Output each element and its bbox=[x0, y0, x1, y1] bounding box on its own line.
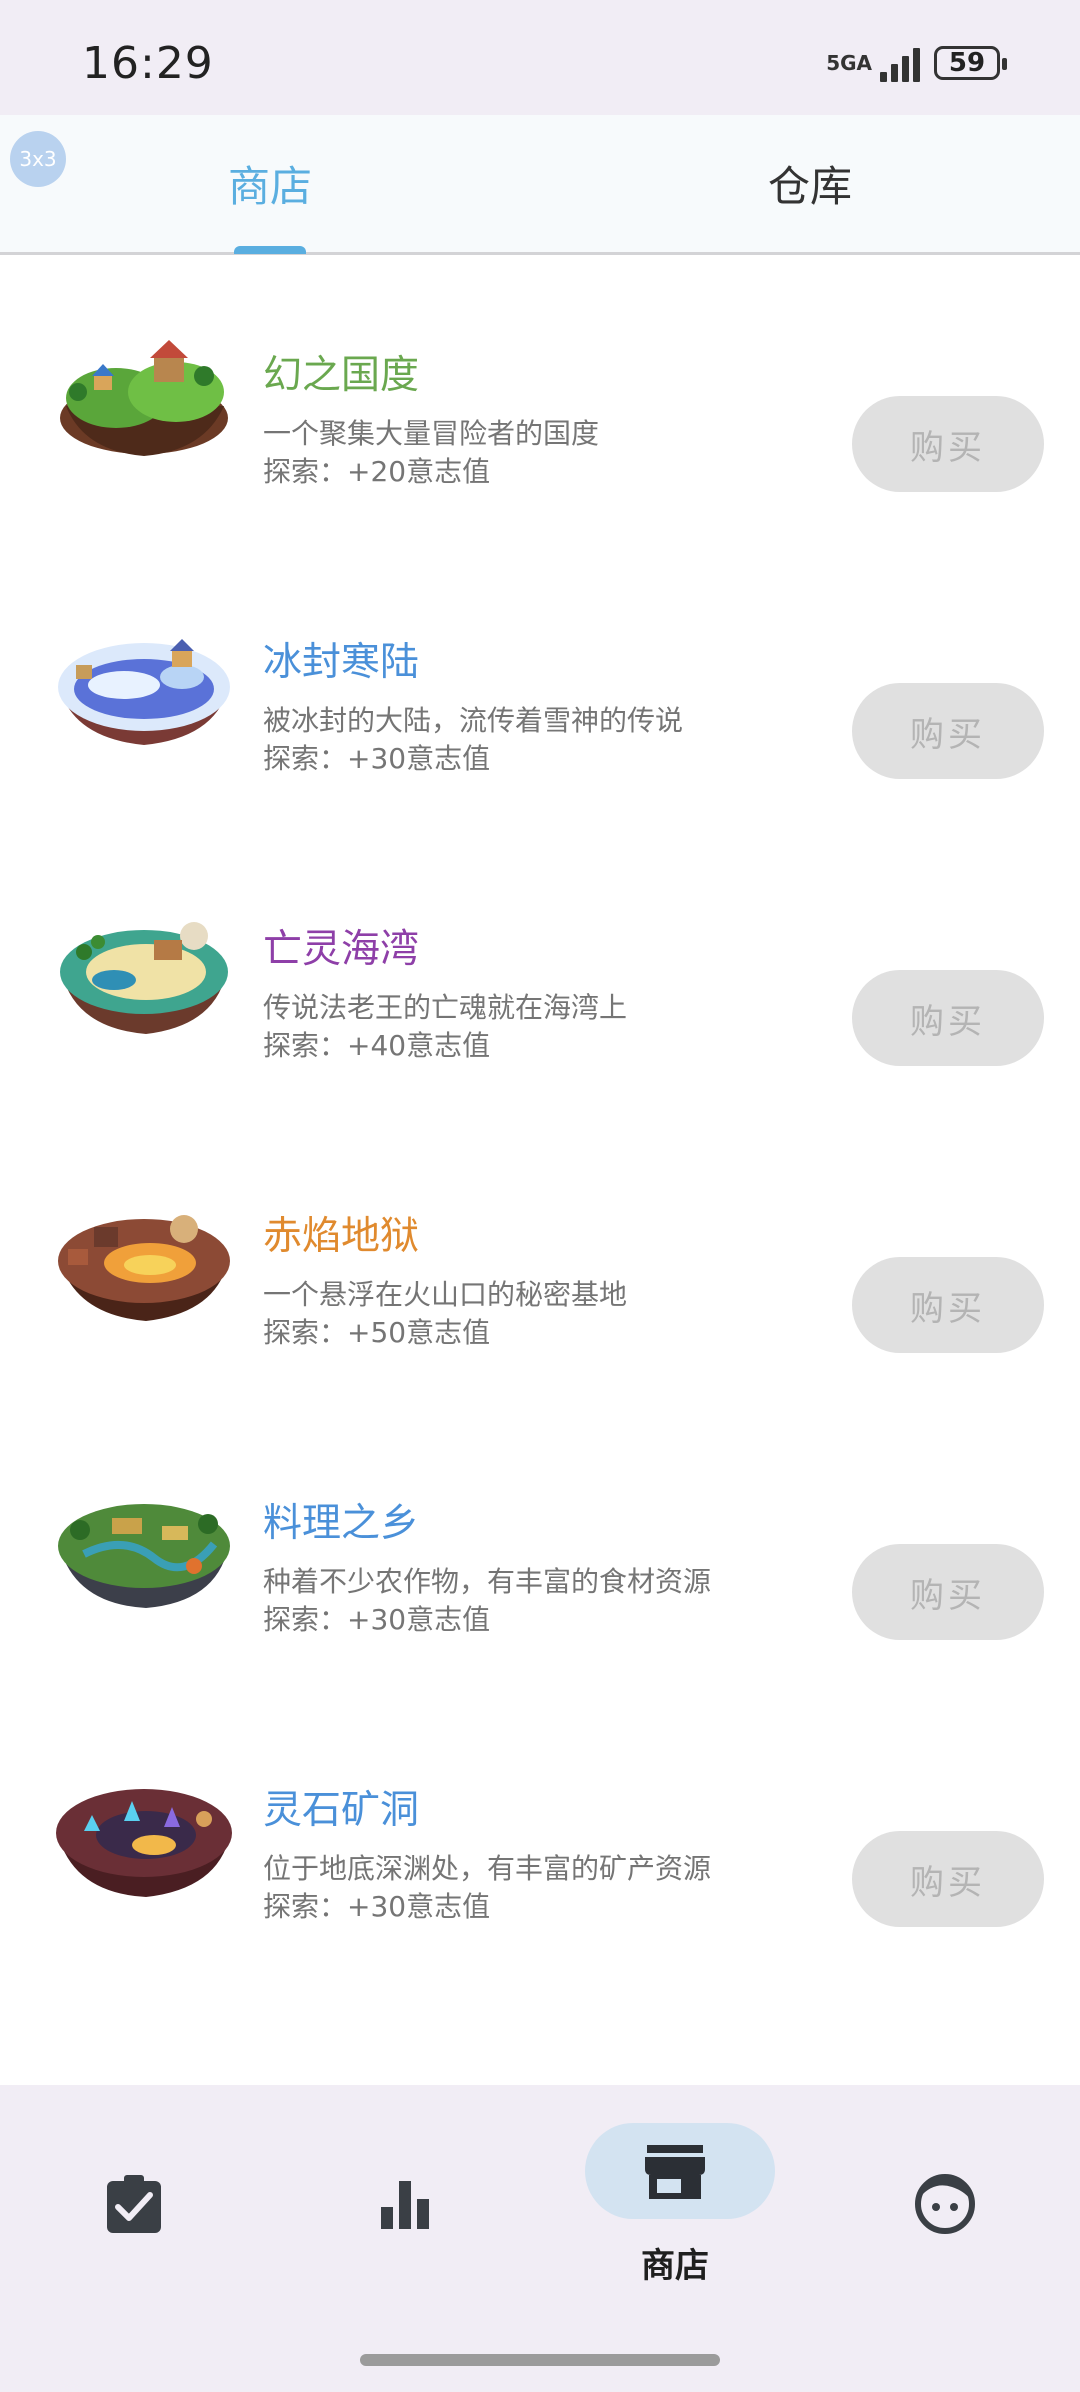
item-explore-value: 探索：+30意志值 bbox=[263, 1603, 491, 1636]
farm-island-image bbox=[58, 1504, 230, 1608]
item-title: 亡灵海湾 bbox=[263, 927, 420, 972]
tab-shop-label: 商店 bbox=[227, 162, 312, 211]
item-title: 幻之国度 bbox=[263, 353, 420, 398]
status-bar: 16:29 5GA 59 bbox=[0, 0, 1080, 115]
item-title: 灵石矿洞 bbox=[263, 1788, 420, 1833]
tab-warehouse-label: 仓库 bbox=[767, 162, 852, 211]
shop-item: 冰封寒陆 被冰封的大陆，流传着雪神的传说 探索：+30意志值 购买 bbox=[0, 545, 1080, 832]
nav-label-shop: 商店 bbox=[641, 2246, 709, 2286]
mine-cave-image bbox=[56, 1789, 232, 1897]
volcano-island-image bbox=[58, 1215, 230, 1321]
item-explore-value: 探索：+20意志值 bbox=[263, 455, 491, 488]
buy-button[interactable]: 购买 bbox=[852, 970, 1044, 1066]
clipboard-check-icon bbox=[107, 2175, 161, 2233]
nav-item-tasks[interactable] bbox=[0, 2085, 270, 2305]
item-title: 冰封寒陆 bbox=[263, 640, 420, 685]
nav-item-shop[interactable]: 商店 bbox=[540, 2085, 810, 2305]
tab-shop[interactable]: 商店 bbox=[0, 115, 540, 254]
buy-button[interactable]: 购买 bbox=[852, 1544, 1044, 1640]
desert-bay-image bbox=[60, 922, 228, 1034]
item-title: 赤焰地狱 bbox=[263, 1214, 420, 1259]
bottom-navigation: 商店 bbox=[0, 2085, 1080, 2392]
item-description: 一个聚集大量冒险者的国度 bbox=[263, 417, 600, 450]
item-explore-value: 探索：+40意志值 bbox=[263, 1029, 491, 1062]
tab-bar: 3x3 商店 仓库 bbox=[0, 115, 1080, 255]
item-explore-value: 探索：+30意志值 bbox=[263, 742, 491, 775]
nav-item-stats[interactable] bbox=[270, 2085, 540, 2305]
face-icon bbox=[915, 2174, 975, 2234]
green-island-image bbox=[60, 340, 228, 456]
shop-item: 幻之国度 一个聚集大量冒险者的国度 探索：+20意志值 购买 bbox=[0, 258, 1080, 545]
shop-item: 亡灵海湾 传说法老王的亡魂就在海湾上 探索：+40意志值 购买 bbox=[0, 832, 1080, 1119]
tab-warehouse[interactable]: 仓库 bbox=[540, 115, 1080, 252]
ice-island-image bbox=[58, 639, 230, 745]
buy-button[interactable]: 购买 bbox=[852, 1831, 1044, 1927]
shop-item-list[interactable]: 幻之国度 一个聚集大量冒险者的国度 探索：+20意志值 购买 冰封寒陆 被冰封的… bbox=[0, 258, 1080, 2085]
item-explore-value: 探索：+30意志值 bbox=[263, 1890, 491, 1923]
nav-item-profile[interactable] bbox=[810, 2085, 1080, 2305]
buy-button[interactable]: 购买 bbox=[852, 1257, 1044, 1353]
item-title: 料理之乡 bbox=[263, 1501, 420, 1546]
shop-item: 赤焰地狱 一个悬浮在火山口的秘密基地 探索：+50意志值 购买 bbox=[0, 1119, 1080, 1406]
home-indicator[interactable] bbox=[360, 2354, 720, 2366]
item-description: 种着不少农作物，有丰富的食材资源 bbox=[263, 1565, 712, 1598]
shop-item: 料理之乡 种着不少农作物，有丰富的食材资源 探索：+30意志值 购买 bbox=[0, 1406, 1080, 1693]
network-type: 5GA bbox=[826, 51, 872, 75]
battery-level: 59 bbox=[948, 48, 986, 78]
buy-button[interactable]: 购买 bbox=[852, 396, 1044, 492]
status-time: 16:29 bbox=[82, 38, 214, 89]
item-description: 一个悬浮在火山口的秘密基地 bbox=[263, 1278, 628, 1311]
status-indicators: 5GA 59 bbox=[826, 44, 1007, 82]
bar-chart-icon bbox=[381, 2181, 429, 2229]
store-icon bbox=[645, 2145, 705, 2199]
signal-icon bbox=[876, 44, 920, 82]
battery-icon: 59 bbox=[934, 46, 1007, 80]
item-description: 传说法老王的亡魂就在海湾上 bbox=[263, 991, 628, 1024]
item-explore-value: 探索：+50意志值 bbox=[263, 1316, 491, 1349]
item-description: 位于地底深渊处，有丰富的矿产资源 bbox=[263, 1852, 712, 1885]
tab-active-indicator bbox=[234, 246, 306, 254]
buy-button[interactable]: 购买 bbox=[852, 683, 1044, 779]
shop-item: 灵石矿洞 位于地底深渊处，有丰富的矿产资源 探索：+30意志值 购买 bbox=[0, 1693, 1080, 1980]
item-description: 被冰封的大陆，流传着雪神的传说 bbox=[263, 704, 684, 737]
